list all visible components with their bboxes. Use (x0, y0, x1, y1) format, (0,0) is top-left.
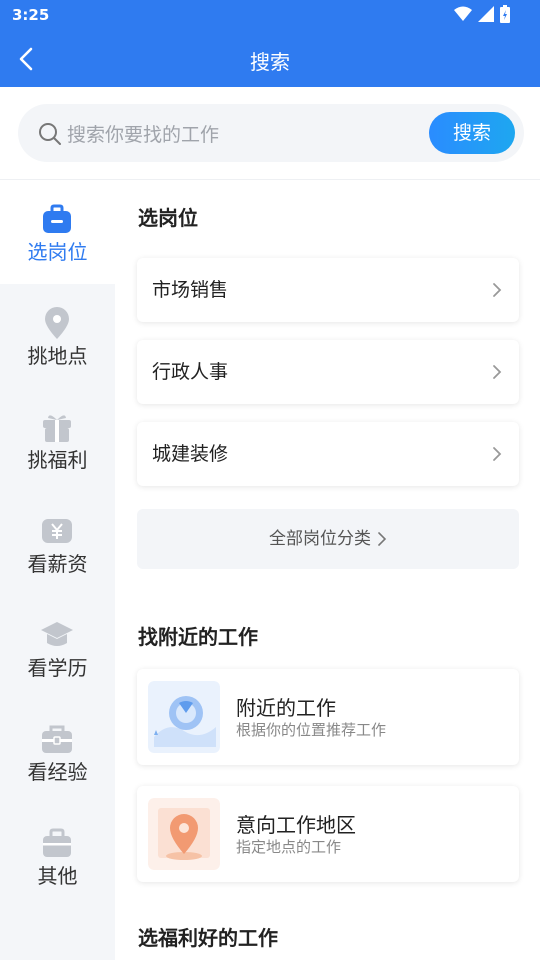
bag-icon (43, 828, 71, 857)
all-categories-button[interactable]: 全部岗位分类 (137, 509, 519, 569)
page-title: 搜索 (250, 50, 290, 74)
search-button[interactable]: 搜索 (429, 112, 515, 154)
category-sidebar: 选岗位 挑地点 挑福利 看薪资 看学历 看经验 其他 (0, 180, 115, 960)
sidebar-item-label: 挑地点 (27, 344, 88, 368)
status-bar: 3:25 (0, 0, 540, 30)
chevron-right-icon (493, 447, 502, 461)
toolbox-icon (42, 725, 72, 753)
sidebar-item-label: 看经验 (27, 760, 88, 784)
nav-bar: 搜索 (0, 30, 540, 87)
sidebar-item-label: 看学历 (27, 656, 88, 680)
search-icon (39, 123, 61, 145)
preferred-area-card[interactable]: 意向工作地区 指定地点的工作 (137, 786, 519, 882)
all-categories-label: 全部岗位分类 (269, 529, 371, 549)
gift-icon (43, 415, 71, 442)
section-title-positions: 选岗位 (138, 206, 198, 230)
search-area: 搜索你要找的工作 搜索 (0, 87, 540, 180)
position-item-marketing[interactable]: 市场销售 (137, 258, 519, 322)
chevron-right-icon (378, 532, 387, 546)
chevron-right-icon (493, 365, 502, 379)
position-item-label: 市场销售 (152, 279, 229, 301)
position-item-construction[interactable]: 城建装修 (137, 422, 519, 486)
wifi-icon (454, 6, 472, 21)
map-pin-icon (148, 798, 220, 870)
sidebar-item-salary[interactable]: 看薪资 (0, 492, 115, 596)
nearby-jobs-card[interactable]: 附近的工作 根据你的位置推荐工作 (137, 669, 519, 765)
sidebar-item-education[interactable]: 看学历 (0, 596, 115, 700)
position-item-admin-hr[interactable]: 行政人事 (137, 340, 519, 404)
signal-icon (478, 6, 494, 22)
position-item-label: 城建装修 (152, 443, 229, 465)
sidebar-item-label: 其他 (37, 864, 78, 888)
search-placeholder: 搜索你要找的工作 (67, 124, 220, 146)
battery-icon (500, 5, 510, 23)
sidebar-item-experience[interactable]: 看经验 (0, 700, 115, 804)
section-title-nearby: 找附近的工作 (138, 625, 258, 649)
sidebar-item-positions[interactable]: 选岗位 (0, 180, 115, 284)
graduation-cap-icon (41, 622, 73, 646)
preferred-area-title: 意向工作地区 (236, 813, 356, 837)
location-pin-icon (45, 307, 69, 339)
nearby-jobs-subtitle: 根据你的位置推荐工作 (236, 721, 387, 739)
sidebar-item-label: 挑福利 (27, 448, 88, 472)
search-input[interactable]: 搜索你要找的工作 搜索 (18, 104, 524, 162)
system-icons (454, 5, 510, 23)
nearby-jobs-title: 附近的工作 (236, 696, 336, 720)
section-title-benefits: 选福利好的工作 (138, 926, 278, 950)
sidebar-item-location[interactable]: 挑地点 (0, 284, 115, 388)
position-item-label: 行政人事 (152, 361, 229, 383)
status-time: 3:25 (12, 6, 50, 24)
briefcase-icon (43, 204, 71, 233)
preferred-area-subtitle: 指定地点的工作 (236, 838, 342, 856)
chevron-right-icon (493, 283, 502, 297)
sidebar-item-other[interactable]: 其他 (0, 804, 115, 908)
yen-icon (42, 519, 72, 543)
nearby-map-icon (148, 681, 220, 753)
sidebar-item-benefits[interactable]: 挑福利 (0, 388, 115, 492)
sidebar-item-label: 看薪资 (27, 552, 88, 576)
main-content: 选岗位 市场销售 行政人事 城建装修 全部岗位分类 找附近的工作 附近的工作 根… (115, 180, 540, 960)
sidebar-item-label: 选岗位 (27, 240, 88, 264)
